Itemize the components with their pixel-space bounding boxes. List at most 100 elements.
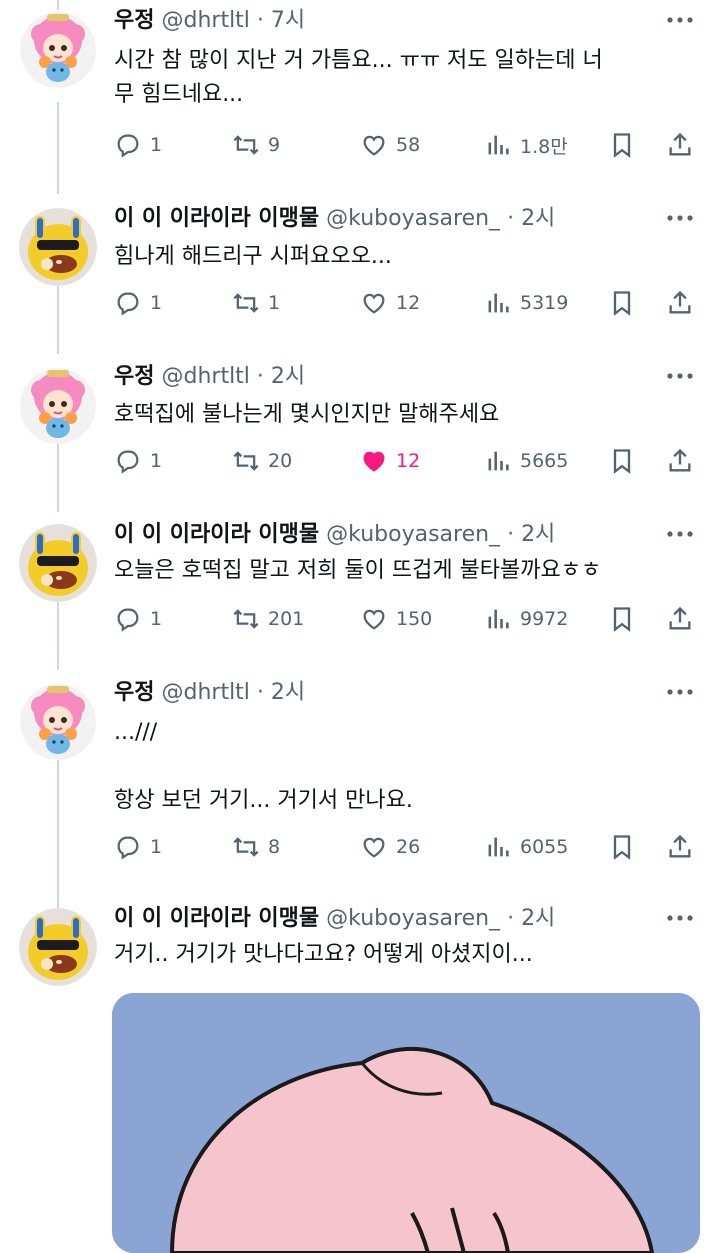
reply-count: 1: [150, 134, 163, 156]
tweet-header: 우정 @dhrtltl · 2시: [114, 678, 305, 708]
bookmark-icon: [613, 291, 631, 316]
retweet-icon: [233, 451, 259, 471]
tweet-header: 우정 @dhrtltl · 2시: [114, 362, 305, 392]
like-count: 150: [396, 608, 433, 630]
yellow-character-avatar-icon: [19, 908, 97, 986]
like-button[interactable]: 150: [360, 602, 432, 636]
more-options-icon[interactable]: [665, 8, 695, 32]
reply-button[interactable]: 1: [114, 128, 162, 162]
retweet-icon: [233, 837, 259, 857]
reply-button[interactable]: 1: [114, 444, 162, 478]
timestamp[interactable]: 2시: [521, 906, 555, 931]
views-button[interactable]: 1.8만: [484, 128, 568, 162]
more-options-icon[interactable]: [665, 206, 695, 230]
tweet[interactable]: 우정 @dhrtltl · 7시 시간 참 많이 지난 거 가틈요... ㅠㅠ …: [0, 0, 715, 180]
avatar[interactable]: [19, 10, 97, 88]
reply-count: 1: [150, 292, 163, 314]
share-button[interactable]: [666, 444, 694, 478]
separator: ·: [507, 906, 515, 931]
reply-button[interactable]: 1: [114, 602, 162, 636]
share-button[interactable]: [666, 286, 694, 320]
tweet-header: 이 이 이라이라 이맹물 @kuboyasaren_ · 2시: [114, 204, 555, 234]
timestamp[interactable]: 2시: [271, 364, 305, 389]
timestamp[interactable]: 7시: [271, 8, 305, 33]
reply-button[interactable]: 1: [114, 286, 162, 320]
avatar[interactable]: [19, 908, 97, 986]
action-bar: 1 201 150 9972: [114, 602, 704, 636]
views-button[interactable]: 5665: [484, 444, 568, 478]
reply-icon: [117, 134, 139, 158]
display-name[interactable]: 이 이 이라이라 이맹물: [114, 906, 319, 931]
tweet[interactable]: 이 이 이라이라 이맹물 @kuboyasaren_ · 2시 거기.. 거기가…: [0, 898, 715, 1253]
retweet-button[interactable]: 9: [232, 128, 280, 162]
heart-icon: [363, 135, 385, 156]
tweet[interactable]: 우정 @dhrtltl · 2시 호떡집에 불나는게 몇시인지만 말해주세요 1…: [0, 356, 715, 516]
retweet-button[interactable]: 1: [232, 286, 280, 320]
avatar[interactable]: [19, 524, 97, 602]
timestamp[interactable]: 2시: [271, 680, 305, 705]
like-count: 26: [396, 836, 421, 858]
retweet-count: 1: [268, 292, 281, 314]
share-button[interactable]: [666, 602, 694, 636]
share-button[interactable]: [666, 128, 694, 162]
action-bar: 1 1 12 5319: [114, 286, 704, 320]
retweet-count: 201: [268, 608, 305, 630]
tweet-text: 힘나게 해드리구 시퍼요오오...: [114, 244, 392, 269]
analytics-icon: [488, 135, 509, 155]
more-options-icon[interactable]: [665, 522, 695, 546]
reply-button[interactable]: 1: [114, 830, 162, 864]
tweet-header: 우정 @dhrtltl · 7시: [114, 6, 305, 36]
like-button[interactable]: 58: [360, 128, 420, 162]
retweet-button[interactable]: 20: [232, 444, 292, 478]
bookmark-icon: [613, 133, 631, 158]
bookmark-button[interactable]: [608, 444, 636, 478]
avatar[interactable]: [19, 366, 97, 444]
tweet[interactable]: 이 이 이라이라 이맹물 @kuboyasaren_ · 2시 힘나게 해드리구…: [0, 198, 715, 358]
display-name[interactable]: 이 이 이라이라 이맹물: [114, 206, 319, 231]
retweet-button[interactable]: 8: [232, 830, 280, 864]
separator: ·: [256, 364, 264, 389]
analytics-icon: [488, 609, 509, 629]
separator: ·: [507, 206, 515, 231]
share-button[interactable]: [666, 830, 694, 864]
tweet[interactable]: 우정 @dhrtltl · 2시 .../// 항상 보던 거기... 거기서 …: [0, 672, 715, 892]
user-handle[interactable]: @kuboyasaren_: [326, 522, 500, 547]
user-handle[interactable]: @dhrtltl: [161, 364, 249, 389]
avatar[interactable]: [19, 682, 97, 760]
user-handle[interactable]: @kuboyasaren_: [326, 206, 500, 231]
views-button[interactable]: 9972: [484, 602, 568, 636]
tweet[interactable]: 이 이 이라이라 이맹물 @kuboyasaren_ · 2시 오늘은 호떡집 …: [0, 514, 715, 674]
retweet-button[interactable]: 201: [232, 602, 304, 636]
reply-icon: [117, 608, 139, 632]
timestamp[interactable]: 2시: [521, 206, 555, 231]
bookmark-button[interactable]: [608, 128, 636, 162]
bookmark-button[interactable]: [608, 602, 636, 636]
tweet-text: 거기.. 거기가 맛나다고요? 어떻게 아셨지이...: [114, 942, 533, 967]
more-options-icon[interactable]: [665, 906, 695, 930]
display-name[interactable]: 우정: [114, 8, 154, 33]
user-handle[interactable]: @dhrtltl: [161, 8, 249, 33]
views-button[interactable]: 5319: [484, 286, 568, 320]
like-button[interactable]: 12: [360, 286, 420, 320]
display-name[interactable]: 우정: [114, 364, 154, 389]
bookmark-button[interactable]: [608, 830, 636, 864]
display-name[interactable]: 이 이 이라이라 이맹물: [114, 522, 319, 547]
like-button[interactable]: 26: [360, 830, 420, 864]
more-options-icon[interactable]: [665, 680, 695, 704]
avatar[interactable]: [19, 208, 97, 286]
like-button[interactable]: 12: [360, 444, 420, 478]
retweet-count: 9: [268, 134, 281, 156]
reply-icon: [117, 836, 139, 860]
bookmark-icon: [613, 607, 631, 632]
like-count: 12: [396, 450, 421, 472]
more-options-icon[interactable]: [665, 364, 695, 388]
user-handle[interactable]: @kuboyasaren_: [326, 906, 500, 931]
display-name[interactable]: 우정: [114, 680, 154, 705]
bookmark-button[interactable]: [608, 286, 636, 320]
retweet-count: 20: [268, 450, 293, 472]
view-count: 5319: [520, 292, 569, 314]
user-handle[interactable]: @dhrtltl: [161, 680, 249, 705]
timestamp[interactable]: 2시: [521, 522, 555, 547]
tweet-media-image[interactable]: [112, 993, 700, 1253]
views-button[interactable]: 6055: [484, 830, 568, 864]
